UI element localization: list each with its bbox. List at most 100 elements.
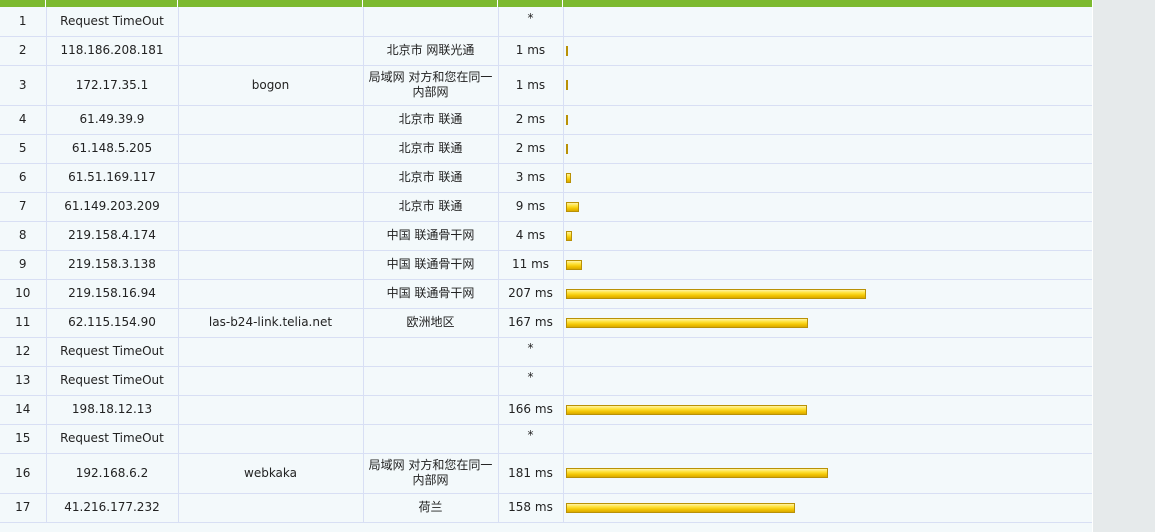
hostname: webkaka (178, 453, 364, 494)
latency-bar-cell (563, 395, 1092, 425)
ip-address: 61.49.39.9 (46, 105, 179, 135)
ip-address: 219.158.16.94 (46, 279, 179, 309)
response-time-value: 3 ms (515, 170, 546, 184)
response-time: 166 ms (498, 395, 564, 425)
ip-location: 北京市 联通 (363, 134, 499, 164)
ip-location: 中国 联通骨干网 (363, 221, 499, 251)
latency-bar-cell (563, 453, 1092, 494)
ip-location: 北京市 联通 (363, 105, 499, 135)
response-time: * (498, 366, 564, 396)
response-time: 2 ms (498, 105, 564, 135)
latency-bar (565, 114, 568, 125)
response-time-value: 181 ms (508, 465, 553, 480)
response-time: 158 ms (498, 493, 564, 523)
response-time-value: 2 ms (515, 112, 546, 126)
hop-number: 11 (0, 308, 47, 338)
latency-bar-cell (563, 250, 1092, 280)
response-time-value: 4 ms (515, 228, 546, 242)
ip-location (363, 395, 499, 425)
ip-location: 局域网 对方和您在同一内部网 (363, 453, 499, 494)
hop-number: 4 (0, 105, 47, 135)
latency-bar-cell (563, 65, 1092, 106)
response-time-value: 9 ms (515, 199, 546, 213)
header-divider (497, 0, 498, 7)
response-time-value: 1 ms (515, 77, 546, 92)
latency-bar-cell (563, 279, 1092, 309)
response-time: 1 ms (498, 65, 564, 106)
hostname (178, 221, 364, 251)
table-header-bar (0, 0, 1092, 7)
response-time: 2 ms (498, 134, 564, 164)
ip-location (363, 337, 499, 367)
table-row: 15 Request TimeOut * (0, 424, 1092, 454)
response-time: 167 ms (498, 308, 564, 338)
hostname: bogon (178, 65, 364, 106)
latency-bar (565, 404, 807, 415)
table-row: 4 61.49.39.9 北京市 联通 2 ms (0, 105, 1092, 135)
hostname (178, 424, 364, 454)
latency-bar-cell (563, 221, 1092, 251)
table-row: 1 Request TimeOut * (0, 7, 1092, 37)
latency-bar-cell (563, 7, 1092, 37)
ip-address: Request TimeOut (46, 7, 179, 37)
ip-location: 中国 联通骨干网 (363, 279, 499, 309)
ip-location: 中国 联通骨干网 (363, 250, 499, 280)
hostname: las-b24-link.telia.net (178, 308, 364, 338)
hop-number: 6 (0, 163, 47, 193)
ip-location (363, 7, 499, 37)
table-row: 12 Request TimeOut * (0, 337, 1092, 367)
table-row: 11 62.115.154.90 las-b24-link.telia.net 欧洲地… (0, 308, 1092, 338)
table-row: 5 61.148.5.205 北京市 联通 2 ms (0, 134, 1092, 164)
ip-location: 欧洲地区 (363, 308, 499, 338)
latency-bar (565, 143, 568, 154)
table-row: 2 118.186.208.181 北京市 网联光通 1 ms (0, 36, 1092, 66)
ip-address: 192.168.6.2 (46, 453, 179, 494)
hop-number: 3 (0, 65, 47, 106)
hostname (178, 337, 364, 367)
header-divider (177, 0, 178, 7)
response-time: 9 ms (498, 192, 564, 222)
hostname (178, 7, 364, 37)
response-time: 4 ms (498, 221, 564, 251)
ip-address: 61.51.169.117 (46, 163, 179, 193)
response-time-value: 2 ms (515, 141, 546, 155)
response-time: 181 ms (498, 453, 564, 494)
traceroute-table-panel: 1 Request TimeOut * 2 118.186.208.181 北京市 网联光… (0, 0, 1092, 532)
ip-address: Request TimeOut (46, 366, 179, 396)
hostname (178, 395, 364, 425)
timeout-marker: * (527, 10, 534, 25)
response-time: * (498, 424, 564, 454)
header-divider (562, 0, 563, 7)
ip-address: 61.148.5.205 (46, 134, 179, 164)
ip-address: 219.158.3.138 (46, 250, 179, 280)
hop-number: 9 (0, 250, 47, 280)
response-time-value: 166 ms (508, 402, 553, 416)
hostname (178, 493, 364, 523)
hop-number: 14 (0, 395, 47, 425)
hostname (178, 134, 364, 164)
response-time-value: 11 ms (511, 257, 550, 271)
hop-number: 12 (0, 337, 47, 367)
hostname (178, 250, 364, 280)
ip-address: Request TimeOut (46, 424, 179, 454)
timeout-marker: * (527, 428, 534, 442)
latency-bar (565, 80, 568, 90)
latency-bar (565, 317, 808, 328)
hostname (178, 366, 364, 396)
ip-address: 219.158.4.174 (46, 221, 179, 251)
table-row: 8 219.158.4.174 中国 联通骨干网 4 ms (0, 221, 1092, 251)
ip-address: Request TimeOut (46, 337, 179, 367)
ip-address: 41.216.177.232 (46, 493, 179, 523)
response-time-value: 158 ms (508, 500, 553, 514)
latency-bar (565, 172, 571, 183)
traceroute-table: 1 Request TimeOut * 2 118.186.208.181 北京市 网联光… (0, 7, 1092, 523)
header-divider (362, 0, 363, 7)
latency-bar (565, 502, 795, 513)
table-row: 10 219.158.16.94 中国 联通骨干网 207 ms (0, 279, 1092, 309)
table-row: 14 198.18.12.13 166 ms (0, 395, 1092, 425)
latency-bar-cell (563, 493, 1092, 523)
latency-bar (565, 259, 582, 270)
table-row: 17 41.216.177.232 荷兰 158 ms (0, 493, 1092, 523)
ip-location: 局域网 对方和您在同一内部网 (363, 65, 499, 106)
latency-bar (565, 201, 579, 212)
